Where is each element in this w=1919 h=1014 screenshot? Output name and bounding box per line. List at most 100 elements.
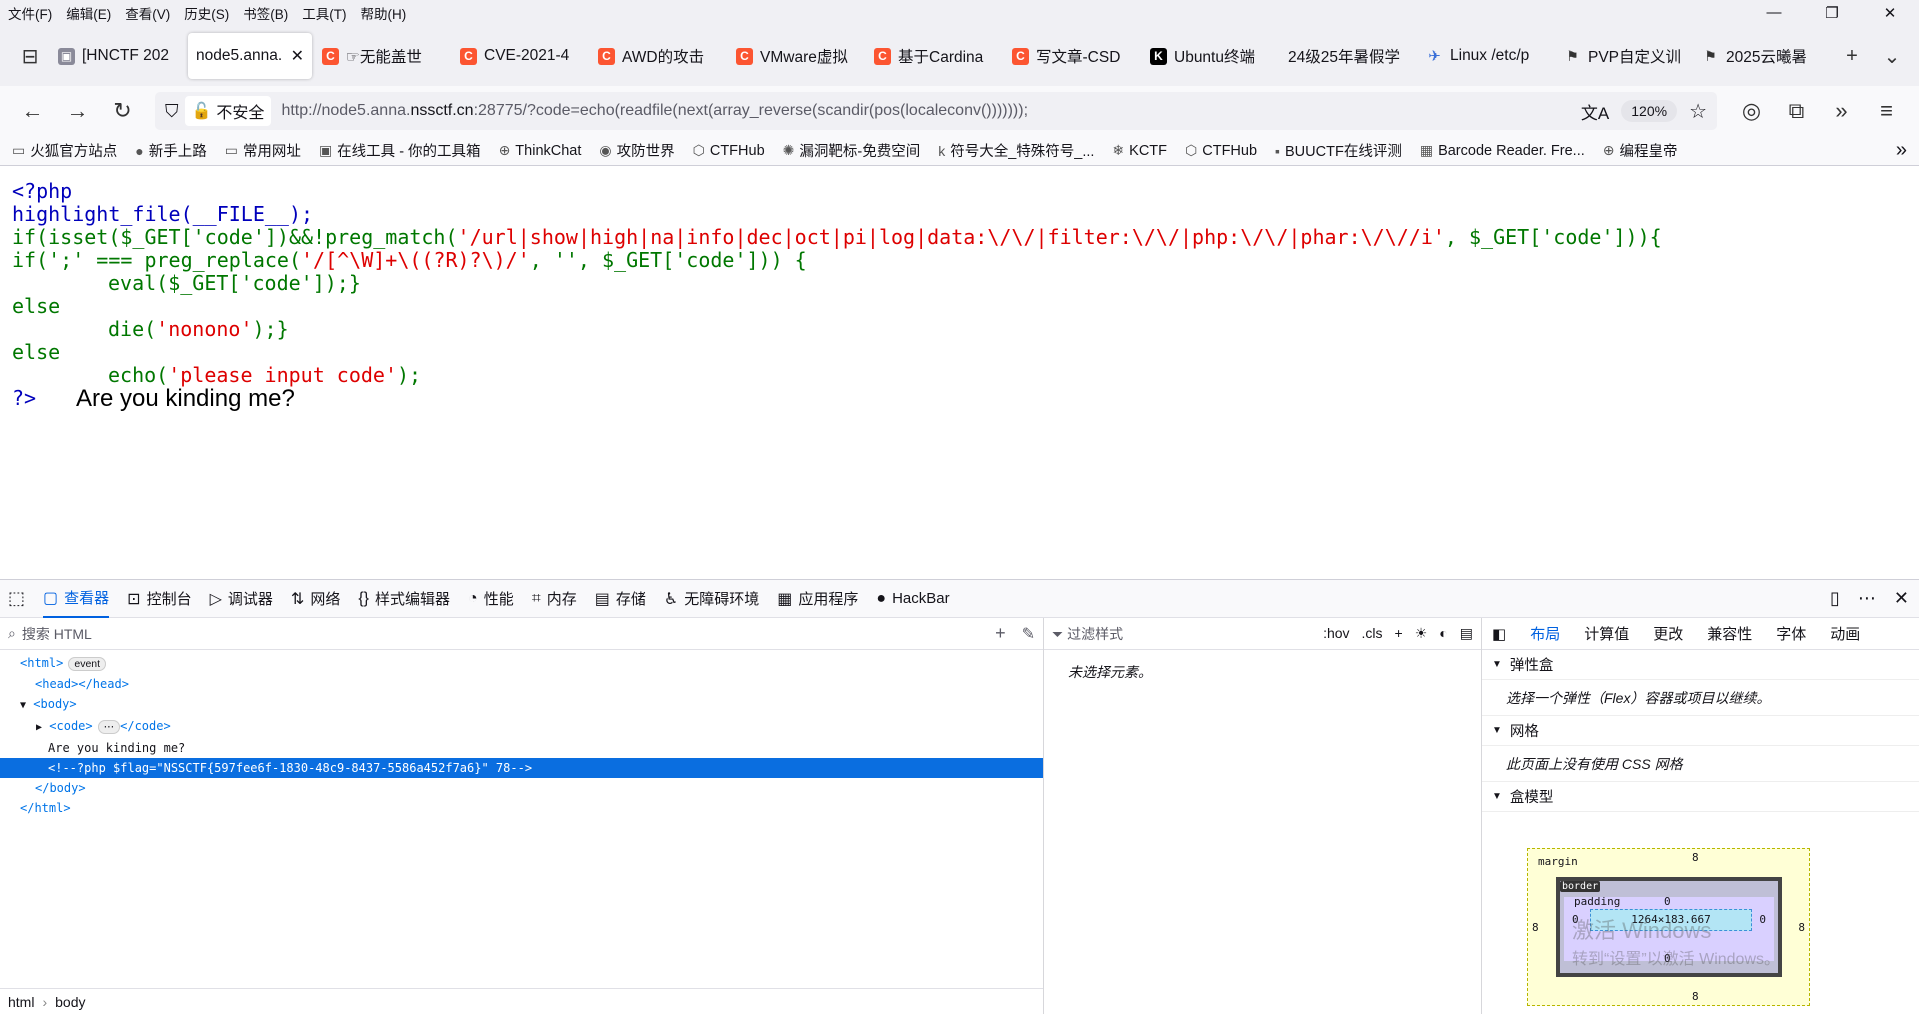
close-devtools-icon[interactable]: ✕ xyxy=(1894,588,1909,609)
tree-node-body[interactable]: ▼ <body> xyxy=(0,694,1043,716)
restore-icon[interactable]: ❐ xyxy=(1803,4,1861,22)
tree-node-html-close[interactable]: </html> xyxy=(0,798,1043,818)
reload-icon[interactable]: ↻ xyxy=(100,98,145,124)
bookmark-1[interactable]: ● 新手上路 xyxy=(135,140,206,161)
breadcrumb-html[interactable]: html xyxy=(8,994,34,1010)
bookmark-11[interactable]: ▪ BUUCTF在线评测 xyxy=(1275,140,1402,161)
tab-animations[interactable]: 动画 xyxy=(1830,623,1860,644)
devtools-tab-2[interactable]: ▷ 调试器 xyxy=(210,580,273,618)
tab-4[interactable]: C AWD的攻击 xyxy=(590,33,726,79)
tab-layout[interactable]: 布局 xyxy=(1530,623,1560,644)
translate-icon[interactable]: 文A xyxy=(1581,99,1609,124)
bookmark-4[interactable]: ⊕ ThinkChat xyxy=(499,142,582,159)
bookmarks-overflow-icon[interactable]: » xyxy=(1896,139,1907,162)
shield-icon[interactable]: ⛉ xyxy=(165,101,179,122)
tab-fonts[interactable]: 字体 xyxy=(1776,623,1806,644)
light-theme-icon[interactable]: ☀ xyxy=(1415,625,1428,642)
url-text[interactable]: http://node5.anna.nssctf.cn:28775/?code=… xyxy=(281,102,1580,120)
bookmark-6[interactable]: ⬡ CTFHub xyxy=(693,142,765,159)
margin-top[interactable]: 8 xyxy=(1692,851,1699,864)
devtools-tab-4[interactable]: {} 样式编辑器 xyxy=(358,580,450,618)
tab-changes[interactable]: 更改 xyxy=(1653,623,1683,644)
bookmark-star-icon[interactable]: ☆ xyxy=(1689,99,1707,124)
rules-filter[interactable]: ⏷ 过滤样式 :hov .cls + ☀ ◐ ▤ xyxy=(1044,618,1481,650)
tab-overview-icon[interactable]: ⊟ xyxy=(10,44,50,69)
menu-item-0[interactable]: 文件(F) xyxy=(8,3,52,23)
margin-right[interactable]: 8 xyxy=(1798,921,1805,934)
url-bar[interactable]: ⛉ 🔓 不安全 http://node5.anna.nssctf.cn:28775… xyxy=(155,92,1717,130)
hov-toggle[interactable]: :hov xyxy=(1323,625,1349,642)
devtools-tab-5[interactable]: ◔ 性能 xyxy=(468,580,514,618)
bookmark-13[interactable]: ⊕ 编程皇帝 xyxy=(1603,140,1678,161)
account-icon[interactable]: ◎ xyxy=(1729,98,1774,124)
margin-bottom[interactable]: 8 xyxy=(1692,990,1699,1003)
menu-item-4[interactable]: 书签(B) xyxy=(243,3,288,23)
bookmark-10[interactable]: ⬡ CTFHub xyxy=(1185,142,1257,159)
tab-11[interactable]: ⚑ PVP自定义训 xyxy=(1556,33,1692,79)
tab-list-chevron-icon[interactable]: ⌄ xyxy=(1872,44,1912,69)
menu-item-6[interactable]: 帮助(H) xyxy=(361,3,407,23)
app-menu-icon[interactable]: ≡ xyxy=(1864,98,1909,124)
bookmark-8[interactable]: k 符号大全_特殊符号_... xyxy=(938,140,1094,161)
html-search[interactable]: ⌕ 搜索 HTML + ✎ xyxy=(0,618,1043,650)
tree-node-head[interactable]: <head></head> xyxy=(0,674,1043,694)
tab-0[interactable]: ▣ [HNCTF 202 xyxy=(50,33,186,79)
tree-node-code[interactable]: ▶ <code> ⋯ </code> xyxy=(0,716,1043,738)
zoom-level[interactable]: 120% xyxy=(1621,100,1678,122)
tab-computed[interactable]: 计算值 xyxy=(1584,623,1629,644)
tab-8[interactable]: K Ubuntu终端 xyxy=(1142,33,1278,79)
add-node-icon[interactable]: + xyxy=(995,623,1006,644)
dark-theme-icon[interactable]: ◐ xyxy=(1439,625,1447,642)
tree-node-body-close[interactable]: </body> xyxy=(0,778,1043,798)
toggle-sidebar-icon[interactable]: ◧ xyxy=(1492,625,1506,643)
minimize-icon[interactable]: — xyxy=(1745,4,1803,22)
cls-toggle[interactable]: .cls xyxy=(1362,625,1383,642)
menu-item-5[interactable]: 工具(T) xyxy=(302,3,346,23)
tab-10[interactable]: ✈ Linux /etc/p xyxy=(1418,33,1554,79)
bookmark-0[interactable]: ▭ 火狐官方站点 xyxy=(12,140,117,161)
close-window-icon[interactable]: ✕ xyxy=(1861,4,1919,22)
grid-section[interactable]: ▼ 网格 xyxy=(1482,716,1919,746)
expand-icon[interactable]: ▼ xyxy=(20,700,26,711)
tree-node-text[interactable]: Are you kinding me? xyxy=(0,738,1043,758)
devtools-menu-icon[interactable]: ⋯ xyxy=(1858,588,1876,609)
back-icon[interactable]: ← xyxy=(10,98,55,124)
tab-compatibility[interactable]: 兼容性 xyxy=(1707,623,1752,644)
tab-12[interactable]: ⚑ 2025云曦暑 xyxy=(1694,33,1830,79)
eyedropper-icon[interactable]: ✎ xyxy=(1022,624,1035,644)
tab-2[interactable]: C ☞无能盖世 xyxy=(314,33,450,79)
menu-item-1[interactable]: 编辑(E) xyxy=(66,3,111,23)
bookmark-9[interactable]: ❄ KCTF xyxy=(1112,142,1167,159)
collapse-icon[interactable]: ▶ xyxy=(36,722,42,733)
devtools-tab-9[interactable]: ▦ 应用程序 xyxy=(777,580,858,618)
new-tab-icon[interactable]: + xyxy=(1832,45,1872,68)
flexbox-section[interactable]: ▼ 弹性盒 xyxy=(1482,650,1919,680)
bookmark-2[interactable]: ▭ 常用网址 xyxy=(225,140,301,161)
insecure-badge[interactable]: 🔓 不安全 xyxy=(184,96,272,126)
more-tools-icon[interactable]: » xyxy=(1819,98,1864,124)
bookmark-5[interactable]: ◉ 攻防世界 xyxy=(599,140,674,161)
devtools-tab-7[interactable]: ▤ 存储 xyxy=(595,580,646,618)
element-picker-icon[interactable]: ⬚ xyxy=(8,580,25,618)
devtools-tab-8[interactable]: ♿ 无障碍环境 xyxy=(664,580,759,618)
box-model-section[interactable]: ▼ 盒模型 xyxy=(1482,782,1919,812)
forward-icon[interactable]: → xyxy=(55,98,100,124)
bookmark-12[interactable]: ▦ Barcode Reader. Fre... xyxy=(1420,142,1585,159)
tree-node-comment[interactable]: <!--?php $flag="NSSCTF{597fee6f-1830-48c… xyxy=(0,758,1043,778)
menu-item-2[interactable]: 查看(V) xyxy=(125,3,170,23)
bookmark-7[interactable]: ✺ 漏洞靶标-免费空间 xyxy=(783,140,921,161)
tab-9[interactable]: 24级25年暑假学 xyxy=(1280,33,1416,79)
margin-left[interactable]: 8 xyxy=(1532,921,1539,934)
tab-1[interactable]: node5.anna. ✕ xyxy=(188,33,312,79)
breadcrumb-body[interactable]: body xyxy=(55,994,85,1010)
devtools-tab-0[interactable]: ▢ 查看器 xyxy=(43,580,110,618)
extensions-icon[interactable]: ⧉ xyxy=(1774,98,1819,124)
tab-5[interactable]: C VMware虚拟 xyxy=(728,33,864,79)
event-badge[interactable]: event xyxy=(68,657,107,671)
dock-icon[interactable]: ▯ xyxy=(1830,588,1840,609)
devtools-tab-3[interactable]: ⇅ 网络 xyxy=(291,580,340,618)
bookmark-3[interactable]: ▣ 在线工具 - 你的工具箱 xyxy=(319,140,481,161)
tab-3[interactable]: C CVE-2021-4 xyxy=(452,33,588,79)
close-tab-icon[interactable]: ✕ xyxy=(291,46,304,66)
print-media-icon[interactable]: ▤ xyxy=(1460,625,1473,642)
